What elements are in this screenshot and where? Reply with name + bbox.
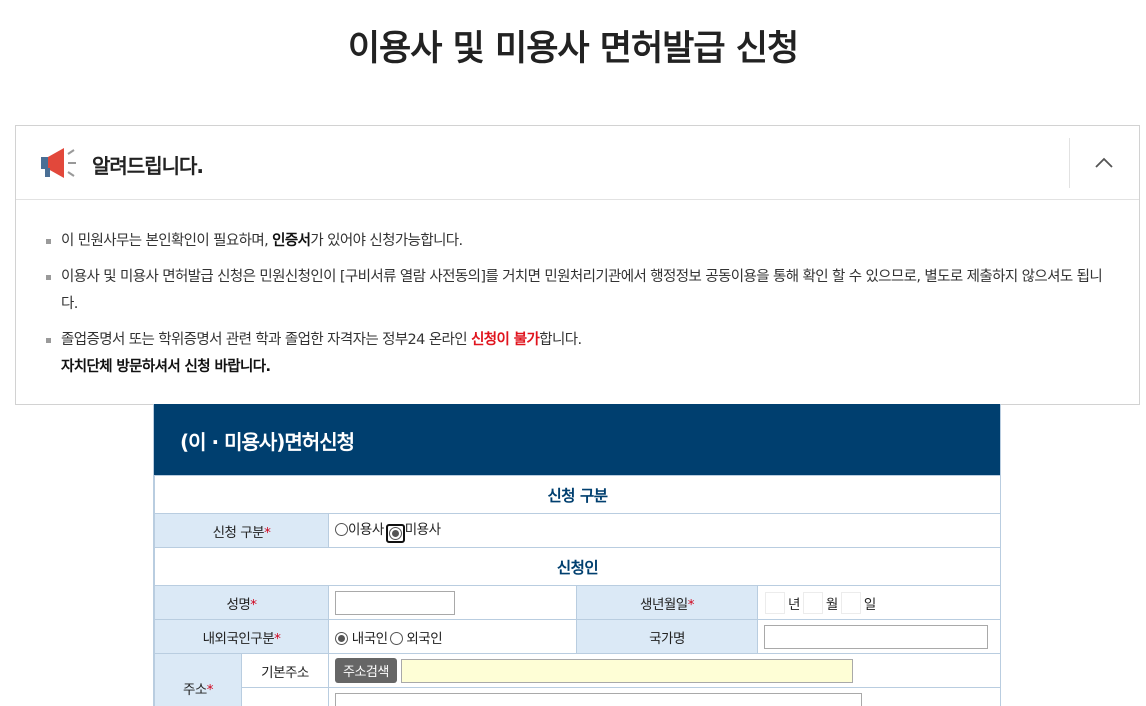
country-input[interactable] [764, 624, 988, 649]
section-apply-type: 신청 구분 [154, 475, 1000, 514]
country-cell [757, 619, 1000, 654]
address-detail-input[interactable] [335, 692, 862, 706]
radio-foreign[interactable] [389, 631, 403, 645]
radio-domestic[interactable] [335, 631, 348, 645]
bullet-icon [46, 275, 51, 280]
name-input[interactable] [335, 590, 455, 615]
chevron-up-icon [1095, 157, 1113, 168]
birth-year-input[interactable] [764, 590, 786, 615]
radio-barber[interactable] [335, 523, 348, 536]
address-basic-cell: 주소검색 [328, 653, 1000, 688]
birth-cell: 년월일 [757, 585, 1000, 620]
address-basic-input[interactable] [400, 658, 853, 683]
name-label: 성명* [154, 585, 329, 620]
address-label: 주소* [154, 653, 242, 706]
notice-collapse-button[interactable] [1069, 138, 1139, 188]
radio-foreign-label: 외국인 [406, 630, 443, 647]
address-search-button[interactable]: 주소검색 [335, 658, 397, 683]
notice-header: 알려드립니다. [16, 126, 1139, 200]
notice-item: 이 민원사무는 본인확인이 필요하며, 인증서가 있어야 신청가능합니다. [46, 228, 1109, 255]
address-basic-label: 기본주소 [241, 653, 329, 688]
country-label: 국가명 [576, 619, 758, 654]
radio-barber-label: 이용사 [348, 522, 384, 538]
nationality-label: 내외국인구분* [154, 619, 329, 654]
address-detail-label [241, 687, 329, 706]
notice-item: 졸업증명서 또는 학위증명서 관련 학과 졸업한 자격자는 정부24 온라인 신… [46, 327, 1109, 381]
apply-type-label: 신청 구분* [154, 513, 329, 548]
form-table: 신청 구분 신청 구분* 이용사 미용사 신청인 성명* 생년월일* 년월일 내외… [154, 475, 1000, 706]
address-detail-cell [328, 687, 1000, 706]
application-form: (이 · 미용사)면허신청 신청 구분 신청 구분* 이용사 미용사 신청인 성명… [153, 404, 1001, 706]
page-title: 이용사 및 미용사 면허발급 신청 [347, 29, 799, 69]
name-cell [328, 585, 577, 620]
nationality-options: 내국인 외국인 [328, 619, 577, 654]
birth-month-input[interactable] [801, 590, 824, 615]
apply-type-options: 이용사 미용사 [328, 513, 1000, 548]
birth-day-input[interactable] [839, 590, 862, 615]
bullet-icon [46, 239, 51, 244]
notice-panel: 알려드립니다. 이 민원사무는 본인확인이 필요하며, 인증서가 있어야 신청가… [15, 125, 1140, 405]
notice-body: 이 민원사무는 본인확인이 필요하며, 인증서가 있어야 신청가능합니다. 이용… [16, 200, 1139, 381]
section-applicant: 신청인 [154, 547, 1000, 586]
notice-item: 이용사 및 미용사 면허발급 신청은 민원신청인이 [구비서류 열람 사전동의]… [46, 264, 1109, 318]
form-header: (이 · 미용사)면허신청 [154, 404, 1000, 475]
radio-hairdresser[interactable] [388, 527, 402, 540]
bullet-icon [46, 338, 51, 343]
radio-domestic-label: 내국인 [351, 630, 388, 647]
megaphone-icon [41, 148, 76, 178]
radio-focus-ring [385, 524, 405, 543]
radio-hairdresser-label: 미용사 [404, 522, 441, 538]
birth-label: 생년월일* [576, 585, 758, 620]
notice-title: 알려드립니다. [92, 154, 204, 178]
